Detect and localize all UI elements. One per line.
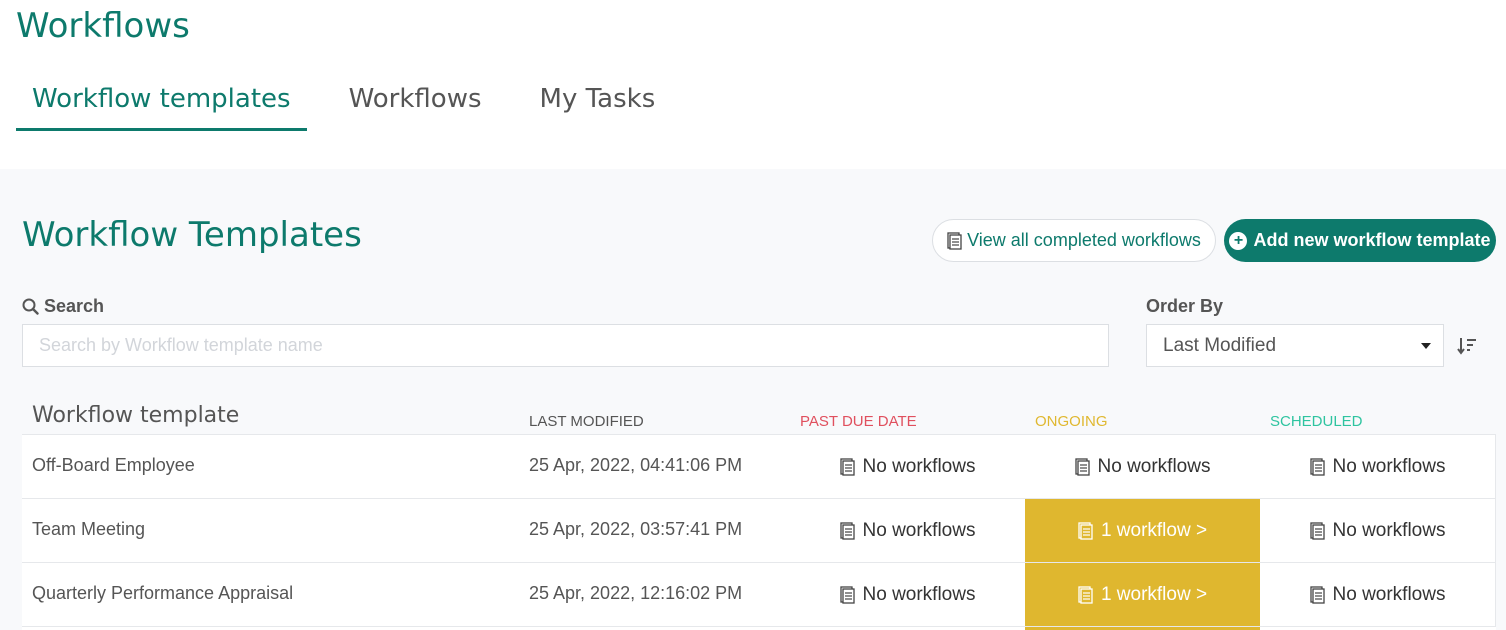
table-row: Quarterly Performance Appraisal 25 Apr, … xyxy=(22,562,1496,627)
scheduled-cell: No workflows xyxy=(1260,499,1495,563)
scheduled-cell: No workflows xyxy=(1260,563,1495,627)
ongoing-workflow-button[interactable]: 1 workflow > xyxy=(1025,563,1260,627)
document-icon xyxy=(1309,458,1325,476)
order-by-select[interactable]: Last Modified xyxy=(1146,324,1444,367)
caret-down-icon xyxy=(1421,343,1431,349)
sort-descending-icon[interactable] xyxy=(1456,335,1478,357)
scheduled-value: No workflows xyxy=(1332,584,1446,605)
column-header-last-modified: LAST MODIFIED xyxy=(529,413,644,430)
search-label-text: Search xyxy=(44,296,105,316)
scheduled-value: No workflows xyxy=(1332,456,1446,477)
table-row: Team Meeting 25 Apr, 2022, 03:57:41 PM N… xyxy=(22,498,1496,563)
order-by-value: Last Modified xyxy=(1163,334,1277,356)
template-name-link[interactable]: Team Meeting xyxy=(32,519,145,540)
document-icon xyxy=(947,231,962,250)
document-icon xyxy=(1309,522,1325,540)
search-input[interactable] xyxy=(22,324,1109,367)
column-header-past-due: PAST DUE DATE xyxy=(800,413,917,430)
document-icon xyxy=(1309,586,1325,604)
app-title: Workflows xyxy=(16,6,190,46)
last-modified-value: 25 Apr, 2022, 12:16:02 PM xyxy=(529,583,743,603)
past-due-value: No workflows xyxy=(862,520,976,541)
document-icon xyxy=(1074,458,1090,476)
last-modified-value: 25 Apr, 2022, 04:41:06 PM xyxy=(529,455,743,475)
document-icon xyxy=(1078,586,1093,604)
plus-circle-icon: + xyxy=(1229,231,1248,250)
document-icon xyxy=(839,586,855,604)
order-by-label: Order By xyxy=(1146,296,1224,316)
last-modified-value: 25 Apr, 2022, 03:57:41 PM xyxy=(529,519,743,539)
search-icon xyxy=(22,298,39,315)
main-panel: Workflow Templates View all completed wo… xyxy=(0,169,1506,630)
ongoing-cell: No workflows xyxy=(1025,435,1260,499)
add-workflow-template-label: Add new workflow template xyxy=(1253,230,1491,250)
past-due-cell: No workflows xyxy=(790,435,1025,499)
document-icon xyxy=(1078,522,1093,540)
tab-my-tasks[interactable]: My Tasks xyxy=(524,78,672,131)
ongoing-value: 1 workflow > xyxy=(1100,520,1208,541)
template-name-link[interactable]: Off-Board Employee xyxy=(32,455,195,476)
tab-workflow-templates[interactable]: Workflow templates xyxy=(16,78,307,131)
column-header-scheduled: SCHEDULED xyxy=(1270,413,1363,430)
search-label: Search xyxy=(22,296,104,317)
table-row-partial xyxy=(22,626,1496,630)
past-due-cell: No workflows xyxy=(790,563,1025,627)
view-completed-workflows-label: View all completed workflows xyxy=(967,230,1201,250)
add-workflow-template-button[interactable]: + Add new workflow template xyxy=(1224,219,1496,262)
table-row: Off-Board Employee 25 Apr, 2022, 04:41:0… xyxy=(22,434,1496,498)
scheduled-cell: No workflows xyxy=(1260,435,1495,499)
past-due-cell: No workflows xyxy=(790,499,1025,563)
ongoing-workflow-button[interactable]: 1 workflow > xyxy=(1025,499,1260,563)
scheduled-value: No workflows xyxy=(1332,520,1446,541)
view-completed-workflows-button[interactable]: View all completed workflows xyxy=(932,219,1216,262)
ongoing-value: 1 workflow > xyxy=(1100,584,1208,605)
past-due-value: No workflows xyxy=(862,584,976,605)
column-header-name: Workflow template xyxy=(32,403,240,428)
workflow-templates-table: Off-Board Employee 25 Apr, 2022, 04:41:0… xyxy=(22,434,1496,627)
tab-workflows[interactable]: Workflows xyxy=(333,78,498,131)
tab-bar: Workflow templates Workflows My Tasks xyxy=(16,78,697,131)
section-title: Workflow Templates xyxy=(22,215,362,255)
column-header-ongoing: ONGOING xyxy=(1035,413,1108,430)
ongoing-value: No workflows xyxy=(1097,456,1211,477)
past-due-value: No workflows xyxy=(862,456,976,477)
document-icon xyxy=(839,458,855,476)
template-name-link[interactable]: Quarterly Performance Appraisal xyxy=(32,583,293,604)
document-icon xyxy=(839,522,855,540)
